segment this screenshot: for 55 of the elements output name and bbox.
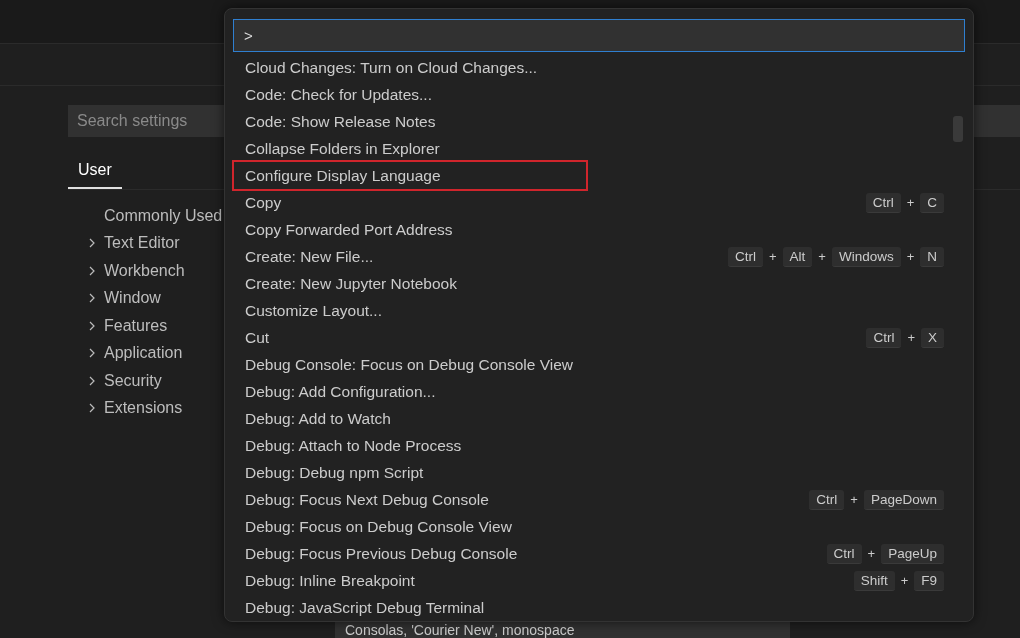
tree-item[interactable]: Extensions xyxy=(104,399,183,418)
command-item[interactable]: Debug: Add to Watch xyxy=(245,409,391,428)
command-item[interactable]: Code: Check for Updates... xyxy=(245,85,432,104)
scrollbar-thumb[interactable] xyxy=(953,116,963,142)
tree-item[interactable]: Workbench xyxy=(104,261,185,280)
tree-item[interactable]: Text Editor xyxy=(104,234,180,253)
command-item[interactable]: Copy Forwarded Port Address xyxy=(245,220,453,239)
key-cap: F9 xyxy=(914,570,944,591)
tree-item[interactable]: Application xyxy=(104,344,183,363)
key-separator: + xyxy=(900,573,909,588)
command-item[interactable]: Create: New File... xyxy=(245,247,374,266)
command-item[interactable]: Customize Layout... xyxy=(245,301,382,320)
key-cap: Alt xyxy=(782,246,813,267)
key-cap: Windows xyxy=(831,246,901,267)
key-cap: Ctrl xyxy=(826,543,862,564)
command-item[interactable]: Debug: Focus on Debug Console View xyxy=(245,517,512,536)
key-separator: + xyxy=(818,249,826,264)
key-separator: + xyxy=(907,330,915,345)
key-cap: Ctrl xyxy=(727,246,763,267)
command-item[interactable]: Debug: Add Configuration... xyxy=(245,382,436,401)
command-input[interactable]: > xyxy=(233,19,965,52)
command-item[interactable]: Cloud Changes: Turn on Cloud Changes... xyxy=(245,58,538,77)
tree-item[interactable]: Window xyxy=(104,289,161,308)
key-cap: PageDown xyxy=(863,489,944,510)
command-item[interactable]: Code: Show Release Notes xyxy=(245,112,436,131)
command-item[interactable]: Create: New Jupyter Notebook xyxy=(245,274,457,293)
key-cap: Ctrl xyxy=(865,192,901,213)
command-item[interactable]: Debug: Attach to Node Process xyxy=(245,436,462,455)
settings-tab[interactable]: User xyxy=(68,157,122,189)
command-item[interactable]: Debug: Focus Next Debug Console xyxy=(245,490,489,509)
command-item[interactable]: Debug: Inline Breakpoint xyxy=(245,571,415,590)
command-item[interactable]: Cut xyxy=(245,328,270,347)
font-family-field[interactable]: Consolas, 'Courier New', monospace xyxy=(335,622,790,638)
command-item[interactable]: Debug Console: Focus on Debug Console View xyxy=(245,355,573,374)
key-cap: PageUp xyxy=(881,543,944,564)
key-separator: + xyxy=(768,249,777,264)
key-separator: + xyxy=(867,546,876,561)
key-cap: Ctrl xyxy=(866,327,902,348)
key-cap: C xyxy=(920,192,944,213)
command-item[interactable]: Configure Display Language xyxy=(245,166,441,185)
command-item[interactable]: Debug: JavaScript Debug Terminal xyxy=(245,598,485,617)
tree-item[interactable]: Security xyxy=(104,371,162,390)
command-item[interactable]: Debug: Debug npm Script xyxy=(245,463,424,482)
command-item[interactable]: Debug: Focus Previous Debug Console xyxy=(245,544,518,563)
command-item[interactable]: Collapse Folders in Explorer xyxy=(245,139,440,158)
key-cap: Shift xyxy=(853,570,895,591)
command-item[interactable]: Copy xyxy=(245,193,282,212)
key-cap: N xyxy=(920,246,944,267)
key-separator: + xyxy=(906,249,915,264)
key-cap: Ctrl xyxy=(809,489,845,510)
key-separator: + xyxy=(906,195,915,210)
tree-item[interactable]: Commonly Used xyxy=(104,206,223,225)
key-separator: + xyxy=(850,492,858,507)
key-cap: X xyxy=(921,327,944,348)
tree-item[interactable]: Features xyxy=(104,316,168,335)
